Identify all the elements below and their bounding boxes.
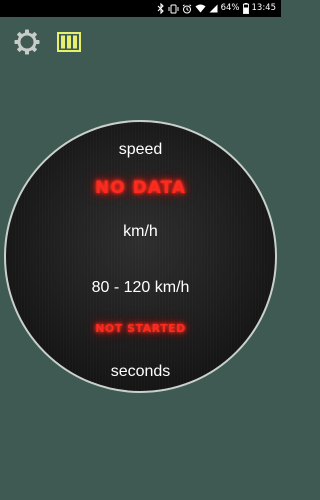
results-button[interactable] xyxy=(57,32,81,52)
vibrate-icon xyxy=(168,3,179,15)
signal-icon xyxy=(209,3,218,15)
wifi-icon xyxy=(195,3,206,15)
alarm-icon xyxy=(182,3,192,15)
speedometer-dial: speed NO DATA km/h 80 - 120 km/h NOT STA… xyxy=(4,120,277,393)
columns-icon xyxy=(57,32,81,52)
speed-unit: km/h xyxy=(123,223,158,240)
gear-icon xyxy=(14,29,40,55)
status-bar: 64% 13:45 xyxy=(0,0,281,17)
settings-button[interactable] xyxy=(13,28,41,56)
battery-icon xyxy=(242,3,249,15)
battery-percent: 64% xyxy=(220,3,240,14)
range-label: 80 - 120 km/h xyxy=(91,279,190,296)
clock-time: 13:45 xyxy=(251,3,277,14)
toolbar xyxy=(0,17,281,67)
bluetooth-icon xyxy=(157,3,165,15)
speed-label: speed xyxy=(118,141,163,158)
speed-value: NO DATA xyxy=(95,178,186,198)
timer-unit: seconds xyxy=(110,363,171,380)
timer-status: NOT STARTED xyxy=(95,322,186,335)
